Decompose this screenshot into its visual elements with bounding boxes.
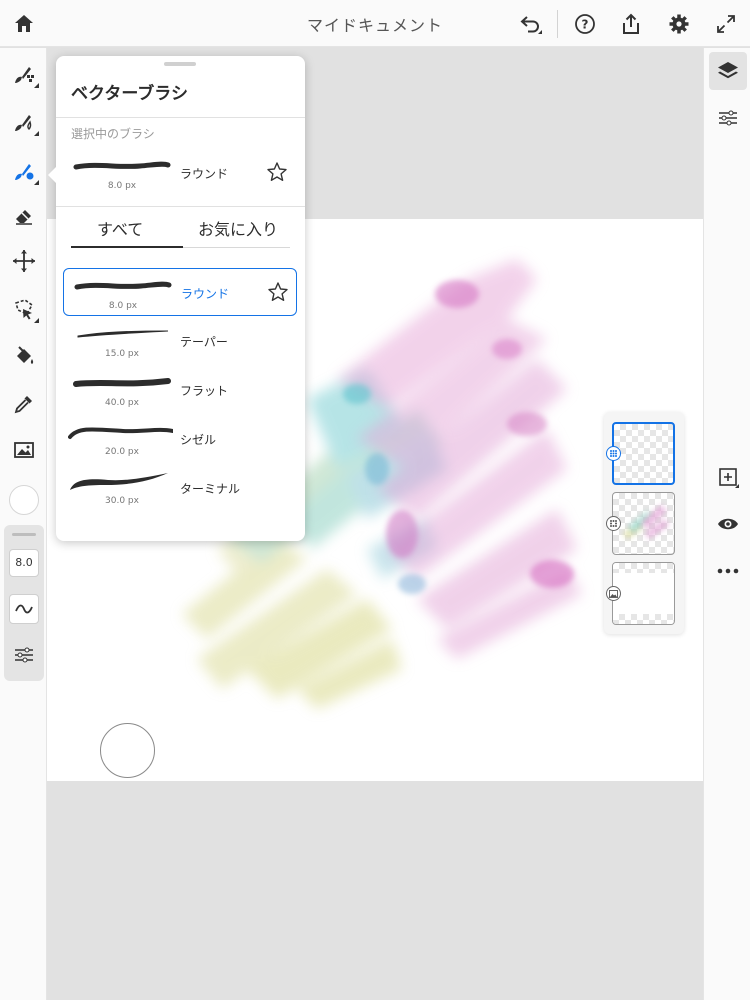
live-brush-icon[interactable] xyxy=(8,106,40,138)
brush-settings-icon[interactable] xyxy=(12,643,36,667)
layer-thumbnail-pixel[interactable] xyxy=(612,492,675,555)
layers-panel xyxy=(604,412,684,634)
help-icon[interactable]: ? xyxy=(572,11,598,37)
tab-active-indicator xyxy=(71,246,183,248)
toolbar-separator xyxy=(557,10,558,38)
layer-thumbnail-background[interactable] xyxy=(612,562,675,625)
pixel-layer-icon xyxy=(606,516,621,531)
divider xyxy=(56,117,305,118)
brush-size-button[interactable]: 8.0 xyxy=(9,549,39,577)
vector-brush-popover: ベクターブラシ 選択中のブラシ 8.0 px ラウンド すべて お気に入り 8.… xyxy=(48,56,305,541)
fullscreen-icon[interactable] xyxy=(713,11,739,37)
more-icon[interactable] xyxy=(712,555,744,587)
visibility-icon[interactable] xyxy=(712,508,744,540)
brush-settings-panel: 8.0 xyxy=(4,525,44,681)
taper-stroke-preview xyxy=(77,330,169,338)
color-swatch[interactable] xyxy=(9,485,39,515)
brush-name: ラウンド xyxy=(181,287,230,301)
lasso-icon[interactable] xyxy=(8,293,40,325)
current-brush-name: ラウンド xyxy=(180,167,229,181)
layers-icon[interactable] xyxy=(709,52,747,90)
brush-item-chisel[interactable]: 20.0 px シゼル xyxy=(63,415,297,463)
current-brush-row[interactable]: 8.0 px ラウンド xyxy=(63,149,297,197)
tab-all[interactable]: すべて xyxy=(97,216,143,240)
favorite-star-icon[interactable] xyxy=(266,161,288,183)
layer-preview-art xyxy=(623,505,669,539)
round-stroke-preview xyxy=(74,281,172,290)
flat-stroke-preview xyxy=(73,378,171,387)
layer-thumbnail-vector[interactable] xyxy=(612,422,675,485)
right-toolbar xyxy=(703,48,750,1000)
pixel-brush-icon[interactable] xyxy=(8,58,40,90)
vector-brush-icon[interactable] xyxy=(8,155,40,187)
brush-name: ターミナル xyxy=(180,482,241,496)
settings-icon[interactable] xyxy=(666,11,692,37)
divider xyxy=(56,206,305,207)
popover-arrow xyxy=(48,166,57,184)
brush-name: テーパー xyxy=(180,335,228,349)
top-bar: マイドキュメント ? xyxy=(0,0,750,47)
adjust-icon[interactable] xyxy=(712,102,744,134)
brush-item-terminal[interactable]: 30.0 px ターミナル xyxy=(63,464,297,512)
transform-icon[interactable] xyxy=(8,245,40,277)
popover-grab-handle[interactable] xyxy=(164,62,196,66)
brush-item-round[interactable]: 8.0 px ラウンド xyxy=(63,268,297,316)
eraser-icon[interactable] xyxy=(8,200,40,232)
panel-handle[interactable] xyxy=(12,533,36,536)
brush-item-taper[interactable]: 15.0 px テーパー xyxy=(63,317,297,365)
brush-size: 8.0 px xyxy=(108,301,138,311)
add-layer-icon[interactable] xyxy=(712,461,744,493)
vector-layer-icon xyxy=(606,446,621,461)
svg-text:?: ? xyxy=(582,18,589,32)
undo-icon[interactable] xyxy=(517,11,543,37)
image-layer-icon xyxy=(606,586,621,601)
brush-size: 15.0 px xyxy=(105,349,139,359)
left-toolbar: 8.0 xyxy=(0,48,47,1000)
brush-flow-button[interactable] xyxy=(9,594,39,624)
brush-size: 30.0 px xyxy=(105,496,139,506)
image-icon[interactable] xyxy=(8,434,40,466)
current-brush-size: 8.0 px xyxy=(107,181,137,191)
brush-name: シゼル xyxy=(180,433,217,447)
share-icon[interactable] xyxy=(618,11,644,37)
tab-favorites[interactable]: お気に入り xyxy=(198,216,278,240)
brush-item-flat[interactable]: 40.0 px フラット xyxy=(63,366,297,414)
popover-title: ベクターブラシ xyxy=(71,84,188,104)
brush-name: フラット xyxy=(180,384,229,398)
eyedropper-icon[interactable] xyxy=(8,388,40,420)
chisel-stroke-preview xyxy=(68,427,173,439)
brush-cursor xyxy=(100,723,155,778)
current-brush-section-label: 選択中のブラシ xyxy=(71,127,155,141)
terminal-stroke-preview xyxy=(70,473,168,490)
brush-size: 20.0 px xyxy=(105,447,139,457)
favorite-star-icon[interactable] xyxy=(267,281,289,303)
fill-icon[interactable] xyxy=(8,340,40,372)
brush-size: 40.0 px xyxy=(105,398,139,408)
round-stroke-preview xyxy=(73,161,171,170)
